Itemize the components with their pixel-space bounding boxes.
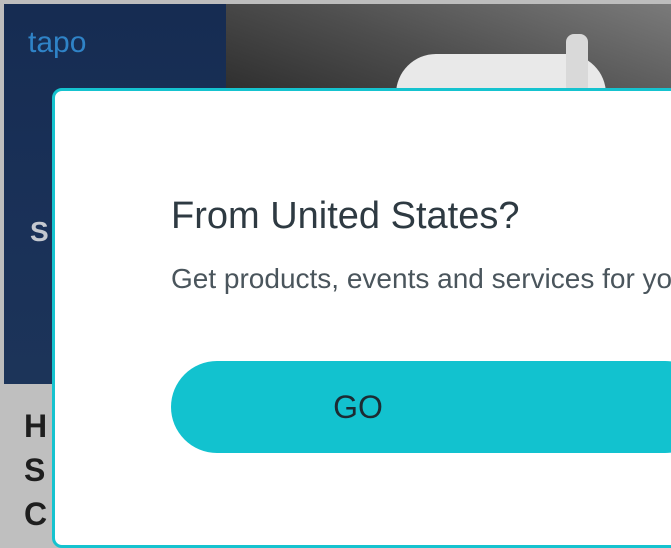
go-button[interactable]: GO <box>171 361 671 453</box>
product-heading-line-3: C <box>24 496 48 532</box>
tapo-logo: tapo <box>28 26 87 59</box>
page: tapo S H S C From United States? Get pro… <box>0 0 671 548</box>
camera-mount-image <box>566 34 588 94</box>
product-heading-line-2: S <box>24 452 46 488</box>
hero-headline-peek: S <box>30 216 49 247</box>
go-button-label: GO <box>333 389 383 425</box>
product-heading-line-1: H <box>24 408 48 444</box>
modal-description: Get products, events and services for yo… <box>171 263 671 294</box>
modal-title: From United States? <box>171 195 520 237</box>
region-modal: From United States? Get products, events… <box>52 88 671 548</box>
